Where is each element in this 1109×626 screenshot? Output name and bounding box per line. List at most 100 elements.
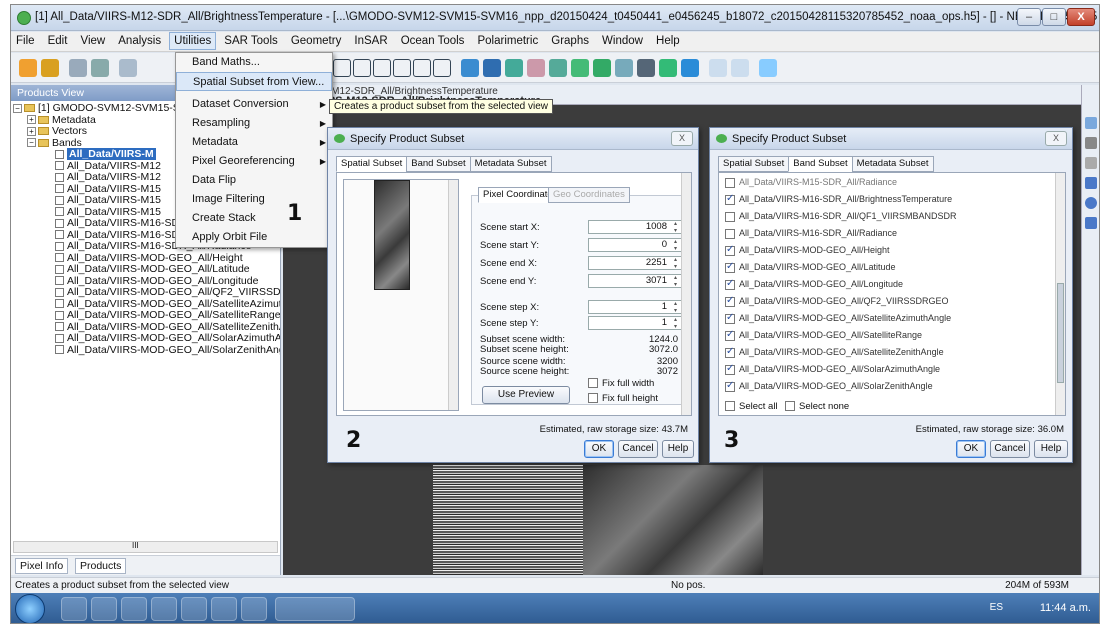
- band-checkbox[interactable]: All_Data/VIIRS-MOD-GEO_All/SolarAzimuthA…: [725, 363, 940, 375]
- tool-icon[interactable]: [393, 59, 411, 77]
- menu-file[interactable]: File: [11, 32, 40, 50]
- band-checkbox[interactable]: All_Data/VIIRS-MOD-GEO_All/SatelliteZeni…: [725, 346, 944, 358]
- tool-icon[interactable]: [709, 59, 727, 77]
- scrollbar-thumb[interactable]: [1057, 283, 1064, 383]
- close-button[interactable]: X: [1067, 8, 1095, 26]
- band-item[interactable]: All_Data/VIIRS-MOD-GEO_All/SolarZenithAn…: [11, 344, 280, 357]
- tool-icon[interactable]: [1085, 197, 1097, 209]
- tool-icon[interactable]: [505, 59, 523, 77]
- tool-icon[interactable]: [1085, 117, 1097, 129]
- menu-help[interactable]: Help: [651, 32, 685, 50]
- gcp-icon[interactable]: [731, 59, 749, 77]
- tool-icon[interactable]: [483, 59, 501, 77]
- tool-icon[interactable]: [1085, 177, 1097, 189]
- band-checkbox[interactable]: All_Data/VIIRS-M16-SDR_All/QF1_VIIRSMBAN…: [725, 211, 957, 222]
- tool-icon[interactable]: [373, 59, 391, 77]
- scene-end-x-input[interactable]: 2251: [588, 256, 682, 270]
- cancel-button[interactable]: Cancel: [990, 440, 1030, 458]
- scene-step-x-input[interactable]: 1: [588, 300, 682, 314]
- tool-icon[interactable]: [1085, 217, 1097, 229]
- open-icon[interactable]: [69, 59, 87, 77]
- ok-button[interactable]: OK: [956, 440, 986, 458]
- band-checkbox[interactable]: All_Data/VIIRS-MOD-GEO_All/Height: [725, 244, 890, 256]
- search-icon[interactable]: [211, 597, 237, 621]
- app-icon[interactable]: [121, 597, 147, 621]
- menu-item-image-filtering[interactable]: Image Filtering: [176, 190, 332, 209]
- tab-metadata-subset[interactable]: Metadata Subset: [469, 156, 552, 172]
- tool-icon[interactable]: [461, 59, 479, 77]
- clock[interactable]: 11:44 a.m.: [1040, 602, 1091, 614]
- pan-icon[interactable]: [1085, 137, 1097, 149]
- menu-item-spatial-subset[interactable]: Spatial Subset from View...: [176, 72, 332, 91]
- tool-icon[interactable]: [333, 59, 351, 77]
- scene-end-y-input[interactable]: 3071: [588, 274, 682, 288]
- select-all-checkbox[interactable]: Select all: [725, 401, 778, 412]
- tool-icon[interactable]: [527, 59, 545, 77]
- menu-item-resampling[interactable]: Resampling ▶: [176, 114, 332, 133]
- tool-icon[interactable]: [433, 59, 451, 77]
- fix-height-checkbox[interactable]: Fix full height: [588, 393, 658, 404]
- tool-icon[interactable]: [637, 59, 655, 77]
- preview-scrollbar[interactable]: [448, 180, 458, 410]
- tool-icon[interactable]: [119, 59, 137, 77]
- preview-thumbnail[interactable]: [374, 180, 410, 290]
- menu-polarimetric[interactable]: Polarimetric: [472, 32, 543, 50]
- menu-item-band-maths[interactable]: Band Maths...: [176, 53, 332, 72]
- tool-icon[interactable]: [19, 59, 37, 77]
- menu-item-apply-orbit-file[interactable]: Apply Orbit File: [176, 228, 332, 247]
- tab-band-subset[interactable]: Band Subset: [788, 156, 853, 172]
- band-checkbox[interactable]: All_Data/VIIRS-MOD-GEO_All/SatelliteRang…: [725, 329, 922, 341]
- menu-ocean-tools[interactable]: Ocean Tools: [396, 32, 470, 50]
- tab-geo-coordinates[interactable]: Geo Coordinates: [548, 187, 630, 203]
- start-button[interactable]: [15, 594, 45, 623]
- band-checkbox[interactable]: All_Data/VIIRS-MOD-GEO_All/SatelliteAzim…: [725, 312, 951, 324]
- help-button[interactable]: Help: [1034, 440, 1068, 458]
- tab-spatial-subset[interactable]: Spatial Subset: [336, 156, 408, 172]
- band-checkbox[interactable]: All_Data/VIIRS-M15-SDR_All/Radiance: [725, 177, 897, 188]
- band-checkbox[interactable]: All_Data/VIIRS-M16-SDR_All/BrightnessTem…: [725, 193, 952, 205]
- fix-width-checkbox[interactable]: Fix full width: [588, 378, 654, 389]
- band-checkbox[interactable]: All_Data/VIIRS-MOD-GEO_All/QF2_VIIRSSDRG…: [725, 295, 949, 307]
- menu-item-create-stack[interactable]: Create Stack: [176, 209, 332, 228]
- explorer-icon[interactable]: [181, 597, 207, 621]
- band-checkbox[interactable]: All_Data/VIIRS-MOD-GEO_All/Latitude: [725, 261, 896, 273]
- cancel-button[interactable]: Cancel: [618, 440, 658, 458]
- tool-icon[interactable]: [759, 59, 777, 77]
- tool-icon[interactable]: [353, 59, 371, 77]
- menu-edit[interactable]: Edit: [43, 32, 73, 50]
- help-button[interactable]: Help: [662, 440, 694, 458]
- menu-window[interactable]: Window: [597, 32, 648, 50]
- tool-icon[interactable]: [413, 59, 431, 77]
- nest-dat-task[interactable]: [275, 597, 355, 621]
- tab-pixel-info[interactable]: Pixel Info: [15, 558, 69, 574]
- skype-icon[interactable]: [91, 597, 117, 621]
- pane-scrollbar[interactable]: [681, 173, 691, 415]
- scene-step-y-input[interactable]: 1: [588, 316, 682, 330]
- tab-products[interactable]: Products: [75, 558, 127, 574]
- menu-sar-tools[interactable]: SAR Tools: [219, 32, 282, 50]
- app-icon[interactable]: [241, 597, 267, 621]
- menu-geometry[interactable]: Geometry: [286, 32, 347, 50]
- media-icon[interactable]: [151, 597, 177, 621]
- scene-start-x-input[interactable]: 1008: [588, 220, 682, 234]
- tab-band-subset[interactable]: Band Subset: [406, 156, 471, 172]
- band-checkbox[interactable]: All_Data/VIIRS-MOD-GEO_All/Longitude: [725, 278, 903, 290]
- horizontal-scrollbar[interactable]: III: [13, 541, 278, 553]
- tab-metadata-subset[interactable]: Metadata Subset: [851, 156, 934, 172]
- select-none-checkbox[interactable]: Select none: [785, 401, 849, 412]
- tab-spatial-subset[interactable]: Spatial Subset: [718, 156, 790, 172]
- menu-item-data-flip[interactable]: Data Flip: [176, 171, 332, 190]
- tool-icon[interactable]: [41, 59, 59, 77]
- minimize-button[interactable]: –: [1017, 8, 1041, 26]
- use-preview-button[interactable]: Use Preview: [482, 386, 570, 404]
- tool-icon[interactable]: [1085, 157, 1097, 169]
- browser-icon[interactable]: [61, 597, 87, 621]
- menu-insar[interactable]: InSAR: [349, 32, 392, 50]
- band-checkbox[interactable]: All_Data/VIIRS-MOD-GEO_All/SolarZenithAn…: [725, 380, 933, 392]
- band-checkbox[interactable]: All_Data/VIIRS-M16-SDR_All/Radiance: [725, 228, 897, 239]
- ok-button[interactable]: OK: [584, 440, 614, 458]
- menu-analysis[interactable]: Analysis: [113, 32, 166, 50]
- save-icon[interactable]: [91, 59, 109, 77]
- menu-graphs[interactable]: Graphs: [546, 32, 594, 50]
- menu-view[interactable]: View: [75, 32, 110, 50]
